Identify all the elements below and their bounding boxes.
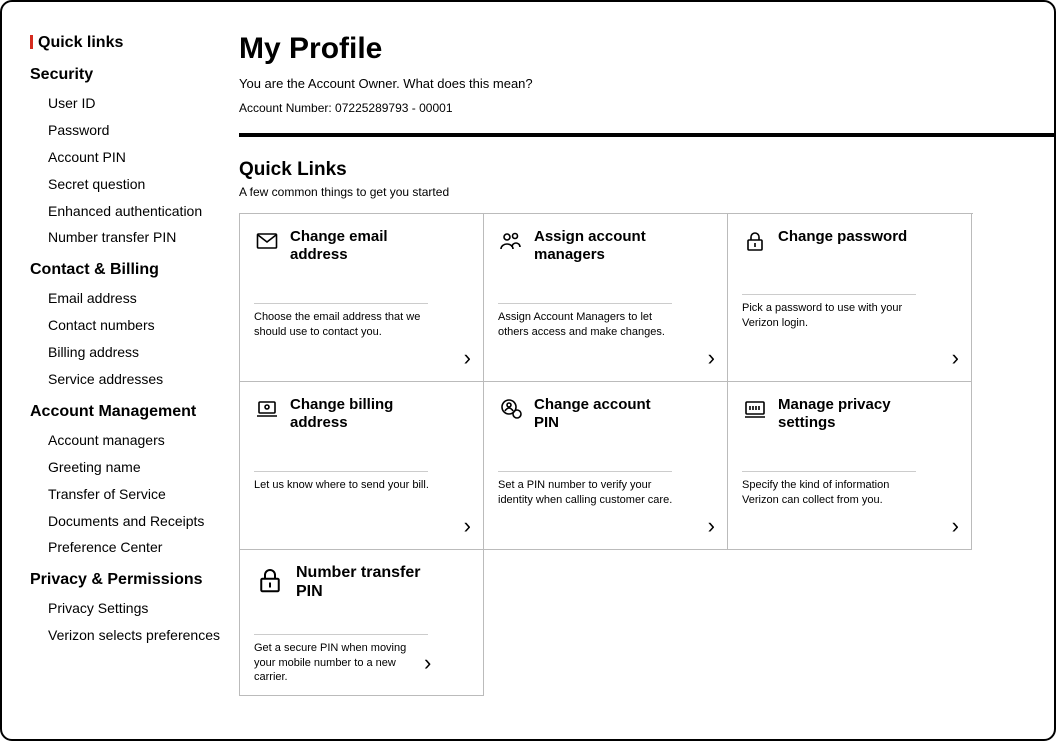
card-desc: Specify the kind of information Verizon … [742,478,920,508]
privacy-screen-icon [742,396,768,422]
sidebar-items-security: User ID Password Account PIN Secret ques… [30,90,231,251]
lock-icon [254,564,286,596]
sidebar-item-password[interactable]: Password [30,117,231,144]
card-desc: Choose the email address that we should … [254,310,432,340]
sidebar-heading-security[interactable]: Security [30,66,231,84]
sidebar-item-transfer-of-service[interactable]: Transfer of Service [30,481,231,508]
card-desc: Pick a password to use with your Verizon… [742,301,920,331]
sidebar-heading-privacy-permissions[interactable]: Privacy & Permissions [30,571,231,589]
card-divider [498,303,672,304]
quick-links-title: Quick Links [239,159,1054,181]
card-manage-privacy-settings[interactable]: Manage privacy settings Specify the kind… [728,382,972,550]
card-title: Assign account managers [534,228,674,263]
quick-links-grid: Change email address Choose the email ad… [239,213,973,550]
card-divider [742,471,916,472]
sidebar-item-account-managers[interactable]: Account managers [30,427,231,454]
card-divider [254,471,428,472]
chevron-right-icon: › [708,347,715,369]
card-desc: Set a PIN number to verify your identity… [498,478,676,508]
card-change-billing-address[interactable]: Change billing address Let us know where… [240,382,484,550]
card-change-email[interactable]: Change email address Choose the email ad… [240,214,484,382]
sidebar-item-enhanced-auth[interactable]: Enhanced authentication [30,198,231,225]
card-title: Change password [778,228,907,246]
sidebar-item-number-transfer-pin[interactable]: Number transfer PIN [30,224,231,251]
sidebar-items-privacy-permissions: Privacy Settings Verizon selects prefere… [30,595,231,649]
sidebar-item-preference-center[interactable]: Preference Center [30,534,231,561]
card-divider [254,303,428,304]
envelope-icon [254,228,280,254]
sidebar-items-contact-billing: Email address Contact numbers Billing ad… [30,285,231,393]
sidebar-item-documents-receipts[interactable]: Documents and Receipts [30,508,231,535]
card-title: Number transfer PIN [296,564,436,602]
app-frame: Quick links Security User ID Password Ac… [0,0,1056,741]
sidebar-item-contact-numbers[interactable]: Contact numbers [30,312,231,339]
chevron-right-icon: › [952,347,959,369]
owner-prefix: You are the Account Owner. [239,76,403,91]
sidebar-item-account-pin[interactable]: Account PIN [30,144,231,171]
card-divider [498,471,672,472]
chevron-right-icon: › [464,515,471,537]
lock-icon [742,228,768,254]
sidebar-item-email-address[interactable]: Email address [30,285,231,312]
card-divider [254,634,428,635]
chevron-right-icon: › [708,515,715,537]
owner-line: You are the Account Owner. What does thi… [239,76,1054,91]
chevron-right-icon: › [464,347,471,369]
card-title: Manage privacy settings [778,396,918,431]
card-desc: Let us know where to send your bill. [254,478,432,493]
sidebar-item-service-addresses[interactable]: Service addresses [30,366,231,393]
account-number-line: Account Number: 07225289793 - 00001 [239,101,1054,115]
page-title: My Profile [239,32,1054,66]
card-title: Change billing address [290,396,430,431]
pin-user-icon [498,396,524,422]
card-desc: Assign Account Managers to let others ac… [498,310,676,340]
sidebar-title: Quick links [30,34,231,52]
sidebar-item-secret-question[interactable]: Secret question [30,171,231,198]
card-assign-managers[interactable]: Assign account managers Assign Account M… [484,214,728,382]
sidebar-item-greeting-name[interactable]: Greeting name [30,454,231,481]
main-content: My Profile You are the Account Owner. Wh… [237,2,1054,739]
sidebar-heading-account-management[interactable]: Account Management [30,403,231,421]
sidebar: Quick links Security User ID Password Ac… [2,2,237,739]
people-icon [498,228,524,254]
sidebar-item-user-id[interactable]: User ID [30,90,231,117]
card-title: Change account PIN [534,396,674,431]
card-change-password[interactable]: Change password Pick a password to use w… [728,214,972,382]
sidebar-item-billing-address[interactable]: Billing address [30,339,231,366]
sidebar-heading-contact-billing[interactable]: Contact & Billing [30,261,231,279]
laptop-icon [254,396,280,422]
card-divider [742,294,916,295]
sidebar-items-account-management: Account managers Greeting name Transfer … [30,427,231,561]
owner-what-does-this-mean-link[interactable]: What does this mean? [403,76,532,91]
card-desc: Get a secure PIN when moving your mobile… [254,641,414,686]
quick-links-subtitle: A few common things to get you started [239,185,1054,199]
card-number-transfer-pin[interactable]: Number transfer PIN Get a secure PIN whe… [239,550,484,696]
chevron-right-icon: › [952,515,959,537]
card-change-account-pin[interactable]: Change account PIN Set a PIN number to v… [484,382,728,550]
chevron-right-icon: › [424,650,431,676]
card-title: Change email address [290,228,430,263]
sidebar-item-verizon-selects[interactable]: Verizon selects preferences [30,622,231,649]
sidebar-item-privacy-settings[interactable]: Privacy Settings [30,595,231,622]
header-divider [239,133,1054,137]
